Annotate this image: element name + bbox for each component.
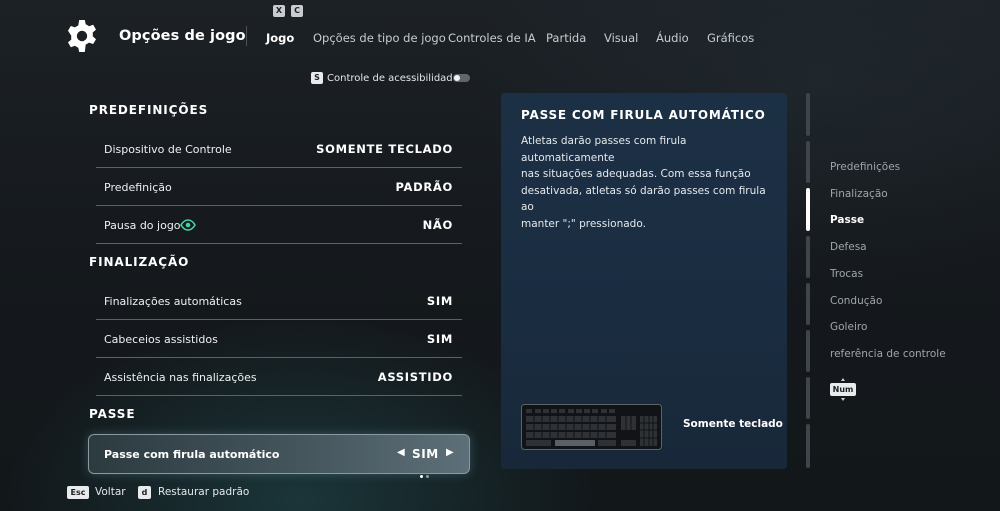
nav-item-conducao[interactable]: Condução: [830, 295, 882, 307]
nav-scroll-segment: [806, 236, 810, 278]
setting-label: Pausa do jogo: [104, 219, 181, 232]
setting-row-finalizacoes-automaticas[interactable]: Finalizações automáticas SIM: [96, 282, 462, 320]
nav-item-passe[interactable]: Passe: [830, 214, 864, 226]
nav-scroll-segment: [806, 424, 810, 468]
restore-key: d: [138, 486, 151, 499]
nav-up-icon: [841, 378, 845, 381]
nav-item-referencia-controle[interactable]: referência de controle: [830, 348, 946, 360]
back-button[interactable]: Voltar: [95, 486, 126, 498]
setting-row-dispositivo[interactable]: Dispositivo de Controle SOMENTE TECLADO: [96, 130, 462, 168]
setting-value: PADRÃO: [395, 180, 453, 194]
section-finalizacao: FINALIZAÇÃO: [89, 255, 190, 269]
setting-row-predefinicao[interactable]: Predefinição PADRÃO: [96, 168, 462, 206]
page-title: Opções de jogo: [119, 28, 246, 44]
description-line: manter ";" pressionado.: [521, 217, 646, 230]
section-passe: PASSE: [89, 407, 136, 421]
setting-row-passe-firula[interactable]: Passe com firula automático ◀ SIM ▶: [88, 434, 470, 478]
tab-graficos[interactable]: Gráficos: [707, 31, 754, 45]
eye-icon: [180, 219, 196, 231]
setting-row-pausa[interactable]: Pausa do jogo NÃO: [96, 206, 462, 244]
setting-label: Passe com firula automático: [104, 448, 280, 461]
header-divider: [246, 26, 247, 46]
nav-scroll-segment: [806, 283, 810, 325]
setting-label: Assistência nas finalizações: [104, 371, 257, 384]
setting-label: Finalizações automáticas: [104, 295, 242, 308]
setting-value: SOMENTE TECLADO: [316, 142, 453, 156]
tab-visual[interactable]: Visual: [604, 31, 638, 45]
arrow-left-icon[interactable]: ◀: [397, 447, 405, 458]
tab-jogo[interactable]: Jogo: [266, 31, 294, 45]
nav-scroll-segment: [806, 93, 810, 136]
accessibility-label: Controle de acessibilidade: [327, 73, 459, 84]
tab-partida[interactable]: Partida: [546, 31, 586, 45]
setting-value: SIM: [426, 294, 453, 308]
setting-label: Cabeceios assistidos: [104, 333, 218, 346]
setting-value: NÃO: [422, 218, 453, 232]
setting-value: ASSISTIDO: [377, 370, 453, 384]
nav-scroll-segment-active: [806, 188, 810, 231]
nav-scroll-segment: [806, 330, 810, 372]
description-text: Atletas darão passes com firula automati…: [521, 133, 775, 232]
setting-label: Dispositivo de Controle: [104, 143, 232, 156]
accessibility-toggle[interactable]: [453, 74, 470, 82]
tab-controles-ia[interactable]: Controles de IA: [448, 31, 536, 45]
description-line: desativada, atletas só darão passes com …: [521, 184, 766, 214]
option-indicator: [420, 463, 432, 482]
nav-scroll-segment: [806, 141, 810, 183]
description-line: Atletas darão passes com firula automati…: [521, 135, 687, 164]
setting-value: SIM: [412, 447, 439, 461]
tab-next-key: C: [291, 5, 303, 17]
setting-value: SIM: [426, 332, 453, 346]
setting-label: Predefinição: [104, 181, 172, 194]
nav-item-goleiro[interactable]: Goleiro: [830, 321, 867, 333]
accessibility-key: S: [311, 72, 323, 84]
arrow-right-icon[interactable]: ▶: [446, 447, 454, 458]
keyboard-icon: [521, 404, 662, 450]
setting-row-cabeceios[interactable]: Cabeceios assistidos SIM: [96, 320, 462, 358]
description-line: nas situações adequadas. Com essa função: [521, 168, 751, 180]
tab-opcoes-tipo-de-jogo[interactable]: Opções de tipo de jogo: [313, 31, 446, 45]
option-dot: [426, 475, 429, 478]
restore-defaults-button[interactable]: Restaurar padrão: [158, 486, 249, 498]
description-panel: PASSE COM FIRULA AUTOMÁTICO Atletas darã…: [501, 93, 787, 469]
option-dot-active: [420, 475, 423, 478]
nav-item-predefinicoes[interactable]: Predefinições: [830, 161, 900, 173]
nav-down-icon: [841, 398, 845, 401]
description-title: PASSE COM FIRULA AUTOMÁTICO: [521, 108, 766, 122]
device-label: Somente teclado: [683, 418, 783, 430]
tab-prev-key: X: [273, 5, 285, 17]
tab-audio[interactable]: Áudio: [656, 31, 689, 45]
nav-num-key: Num: [830, 383, 856, 396]
section-predefinicoes: PREDEFINIÇÕES: [89, 103, 209, 117]
setting-row-assistencia-finalizacoes[interactable]: Assistência nas finalizações ASSISTIDO: [96, 358, 462, 396]
esc-key: Esc: [67, 486, 89, 499]
gear-icon: [68, 20, 96, 52]
nav-item-trocas[interactable]: Trocas: [830, 268, 863, 280]
nav-item-finalizacao[interactable]: Finalização: [830, 188, 888, 200]
nav-scroll-segment: [806, 377, 810, 419]
nav-item-defesa[interactable]: Defesa: [830, 241, 867, 253]
